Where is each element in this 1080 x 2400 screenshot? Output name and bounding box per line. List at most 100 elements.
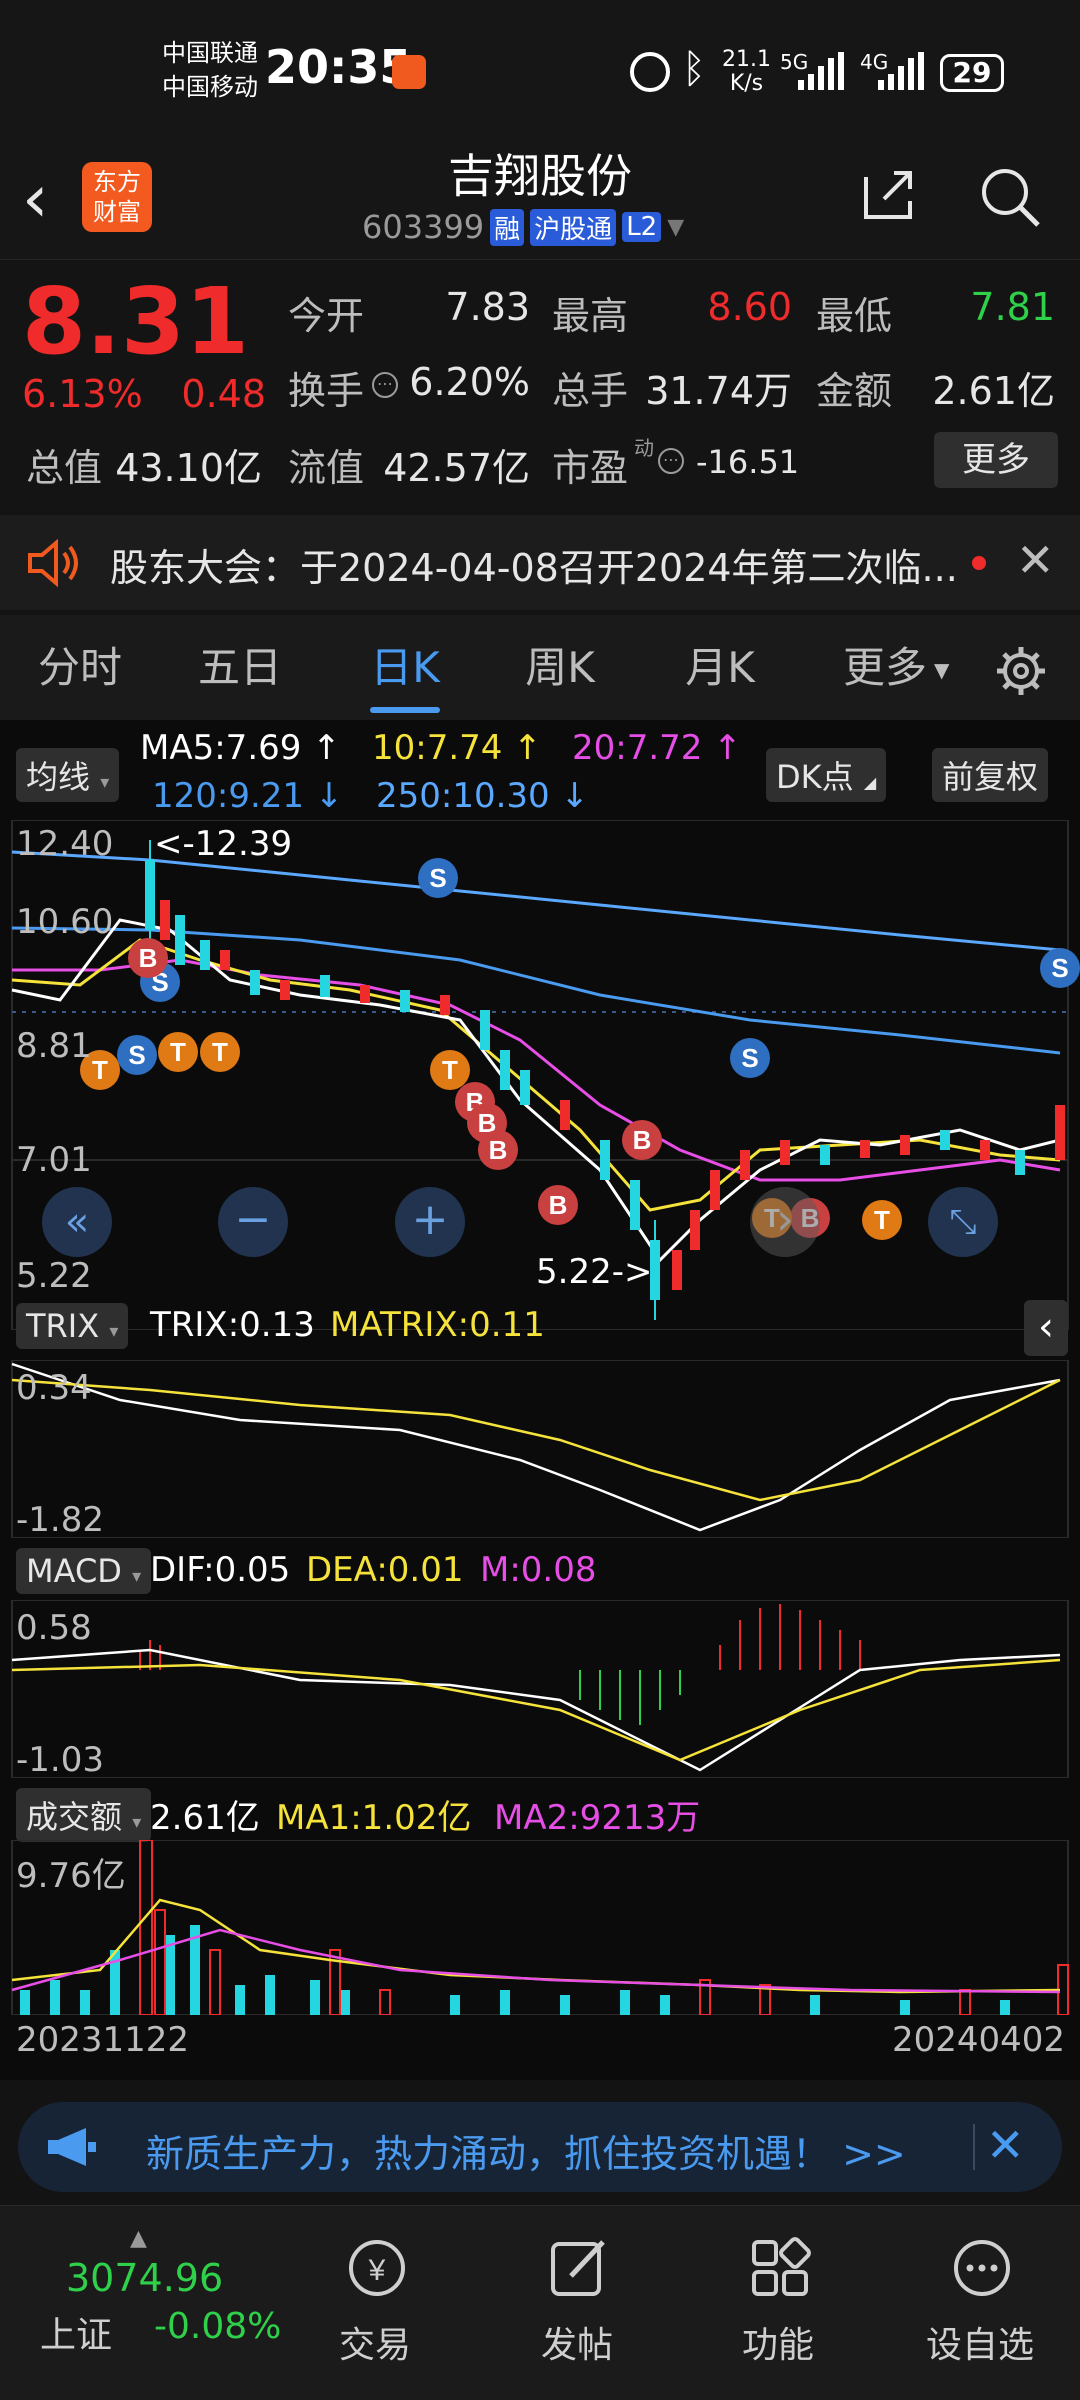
share-icon[interactable] [858,165,918,229]
kline-chart-area[interactable]: 均线 ▾ MA5:7.69 ↑ 10:7.74 ↑ 20:7.72 ↑ 120:… [0,720,1080,2080]
tab-weekly-k[interactable]: 周K [500,615,620,720]
info-icon[interactable]: ⋯ [372,372,398,398]
ma5-legend: MA5:7.69 ↑ [140,728,341,768]
level2-badge: L2 [622,212,662,242]
tab-monthly-k[interactable]: 月K [660,615,780,720]
svg-text:T: T [92,1055,108,1085]
dropdown-icon[interactable]: ▼ [667,215,684,240]
macd-tick-bottom: -1.03 [16,1740,104,1780]
tab-more[interactable]: 更多 [830,615,940,720]
period-tabs: 分时 五日 日K 周K 月K 更多 ▼ [0,615,1080,720]
tab-intraday[interactable]: 分时 [20,615,140,720]
volume-selector[interactable]: 成交额 ▾ [16,1788,152,1842]
promo-banner[interactable]: 新质生产力，热力涌动，抓住投资机遇！ >> ✕ [18,2102,1062,2192]
unread-dot [972,556,986,570]
dif-value: DIF:0.05 [150,1550,291,1590]
svg-text:T: T [170,1037,186,1067]
adjust-button[interactable]: 前复权 [932,748,1049,802]
tab-daily-k[interactable]: 日K [345,615,465,720]
turnover-value: 6.20% [409,360,530,404]
functions-grid-icon [748,2236,812,2304]
low-value: 7.81 [970,285,1055,329]
scroll-right-button[interactable]: › [750,1187,820,1257]
signal-icon-2 [870,52,926,96]
logo-line-2: 财富 [93,198,141,226]
svg-text:B: B [139,943,158,973]
pe-value: -16.51 [696,443,800,481]
speed-unit: K/s [729,71,764,96]
volume-label: 总手 [552,369,629,413]
nav-trade-label: 交易 [338,2325,411,2366]
close-banner-icon[interactable]: ✕ [986,2118,1025,2172]
app-notification-icon [392,55,426,89]
trix-tick-bottom: -1.82 [16,1500,104,1540]
dk-button[interactable]: DK点 ◢ [766,748,887,802]
tab-five-day[interactable]: 五日 [180,615,300,720]
ma10-legend: 10:7.74 ↑ [372,728,542,768]
collapse-panel-button[interactable]: ‹ [1024,1300,1068,1356]
tab-more-caret-icon: ▼ [934,658,950,682]
amount-label: 金额 [816,369,893,413]
volume-plot [11,1840,1069,2015]
trix-selector[interactable]: TRIX ▾ [16,1303,129,1349]
search-icon[interactable] [978,165,1042,233]
high-value: 8.60 [707,285,792,329]
scroll-left-fast-button[interactable]: « [42,1187,112,1257]
svg-text:T: T [212,1037,228,1067]
change-amount: 0.48 [181,372,266,416]
connect-badge: 沪股通 [530,208,617,246]
turnover-label: 换手 [288,369,365,413]
more-button[interactable]: 更多 [934,432,1058,488]
logo-line-1: 东方 [93,168,141,196]
dk-signal-markers[interactable]: S S S S S B B B B B B B T T T T T T [80,858,1080,1240]
margin-badge: 融 [490,208,525,246]
matrix-line [11,1378,1061,1502]
expand-caret-icon[interactable]: ▲ [130,2226,147,2251]
volume-ma2: MA2:9213万 [494,1798,701,1838]
eastmoney-logo[interactable]: 东方 财富 [82,162,152,232]
stock-header: ‹ 东方 财富 吉翔股份 603399 融 沪股通 L2 ▼ [0,135,1080,260]
volume-value: 31.74万 [645,369,792,413]
ma-selector[interactable]: 均线 ▾ [16,748,120,802]
active-tab-indicator [370,707,440,713]
macd-selector[interactable]: MACD ▾ [16,1548,152,1594]
ma20-legend: 20:7.72 ↑ [572,728,742,768]
stock-name: 吉翔股份 [448,149,632,203]
pe-info-icon[interactable]: ⋯ [658,448,684,474]
svg-text:¥: ¥ [368,2254,386,2287]
low-label: 最低 [816,294,893,338]
trix-line [11,1362,1061,1532]
clock: 20:35 [265,40,412,94]
zoom-out-button[interactable]: − [218,1187,288,1257]
battery-indicator: 29 [940,54,1004,92]
volume-tick: 9.76亿 [16,1856,126,1896]
zoom-in-button[interactable]: + [395,1187,465,1257]
last-price: 8.31 [22,268,249,375]
notice-bar[interactable]: 股东大会：于2024-04-08召开2024年第二次临... ✕ [0,515,1080,610]
dea-value: DEA:0.01 [306,1550,464,1590]
svg-text:S: S [1051,953,1068,983]
fullscreen-icon[interactable]: ⤡ [928,1187,998,1257]
dea-line [11,1658,1061,1762]
svg-text:B: B [489,1135,508,1165]
close-notice-icon[interactable]: ✕ [1016,533,1055,587]
high-price-marker: <-12.39 [154,824,293,864]
date-end: 20240402 [891,2020,1065,2060]
svg-text:B: B [549,1190,568,1220]
settings-gear-icon[interactable] [995,645,1047,701]
stock-code-row: 603399 融 沪股通 L2 ▼ [362,207,684,247]
index-value[interactable]: 3074.96 [66,2256,223,2300]
change-percent: 6.13% [22,372,143,416]
price-tick-5: 5.22 [16,1256,92,1296]
svg-text:S: S [429,863,446,893]
svg-text:S: S [741,1043,758,1073]
float-value: 42.57亿 [383,446,530,490]
matrix-value: MATRIX:0.11 [330,1305,545,1345]
price-tick-4: 7.01 [16,1140,92,1180]
status-bar: 中国联通 中国移动 20:35 ᛒ 21.1 K/s 5G 4G 29 [0,0,1080,135]
speed-value: 21.1 [722,47,771,72]
back-icon[interactable]: ‹ [22,160,48,237]
volume-value: 2.61亿 [150,1798,260,1838]
date-start: 20231122 [16,2020,190,2060]
macd-plot [11,1600,1069,1778]
